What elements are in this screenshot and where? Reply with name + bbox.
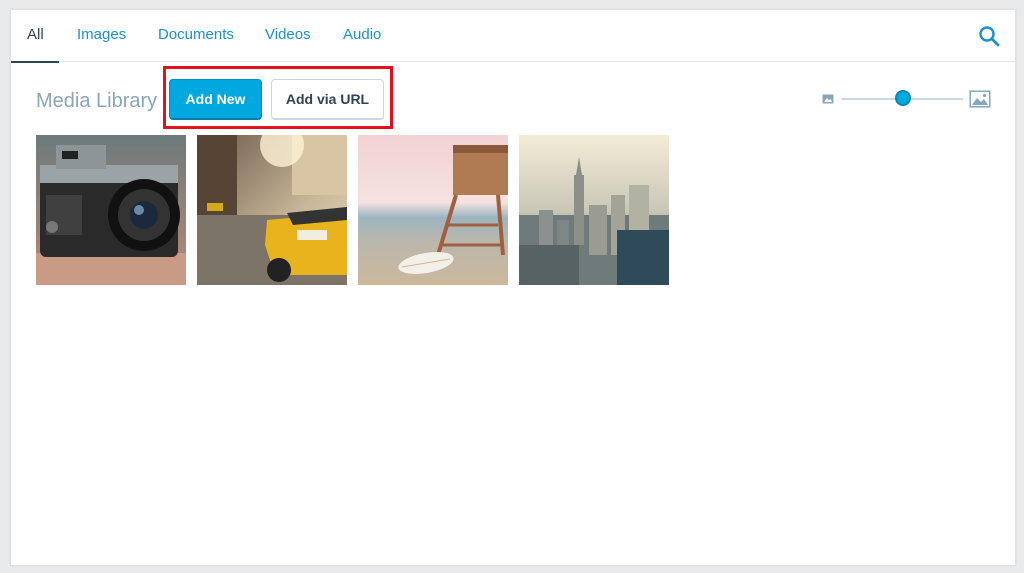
media-item-lifeguard-tower[interactable] — [358, 135, 508, 285]
media-item-city-skyline[interactable] — [519, 135, 669, 285]
media-item-taxi[interactable] — [197, 135, 347, 285]
add-via-url-button[interactable]: Add via URL — [271, 79, 384, 120]
image-small-icon — [822, 94, 834, 104]
add-new-button[interactable]: Add New — [169, 79, 262, 120]
image-large-icon — [969, 90, 991, 108]
thumbnail-size-slider[interactable] — [842, 90, 963, 106]
tab-all[interactable]: All — [11, 10, 59, 63]
slider-handle[interactable] — [894, 90, 911, 106]
page-title: Media Library — [36, 90, 158, 112]
tab-documents[interactable]: Documents — [158, 10, 234, 62]
media-library-window: All Images Documents Videos Audio Media … — [10, 9, 1016, 566]
tab-audio[interactable]: Audio — [343, 10, 381, 62]
search-icon[interactable] — [977, 24, 1001, 48]
media-filter-tabs: All Images Documents Videos Audio — [11, 10, 1015, 63]
media-item-camera[interactable] — [36, 135, 186, 285]
tab-images[interactable]: Images — [77, 10, 126, 62]
tab-videos[interactable]: Videos — [265, 10, 311, 62]
